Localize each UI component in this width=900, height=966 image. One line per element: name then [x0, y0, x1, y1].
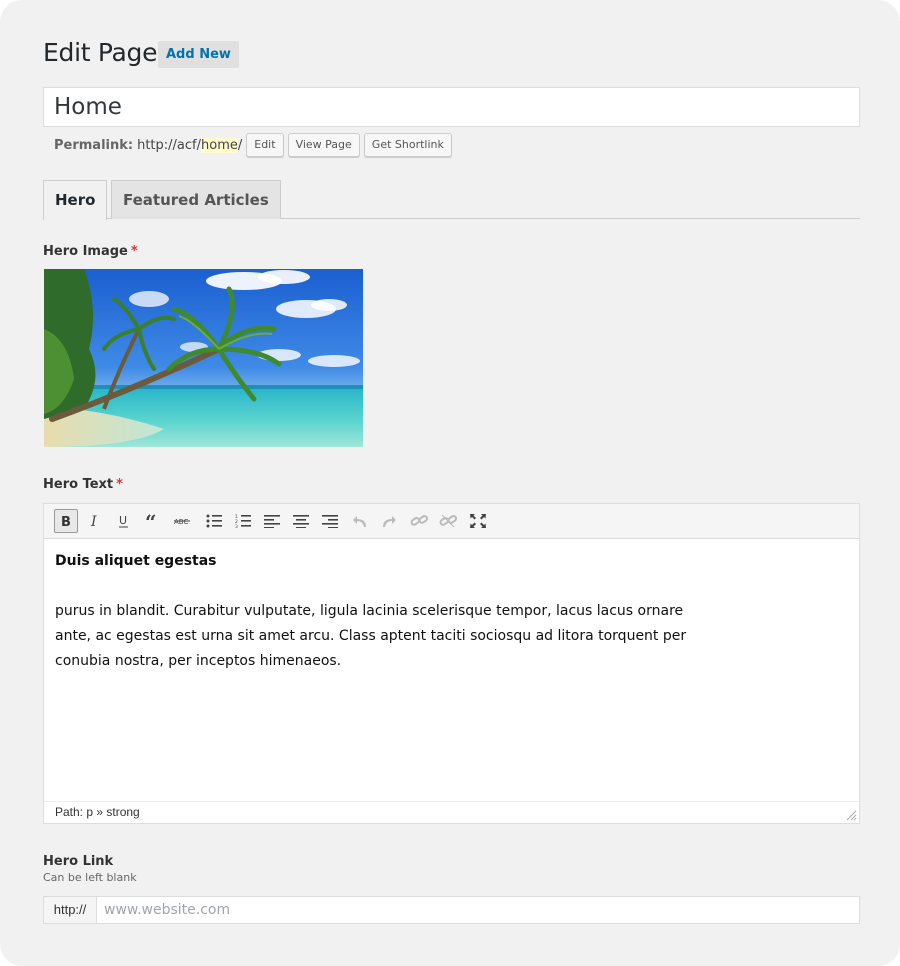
svg-text:I: I — [90, 514, 97, 528]
hero-image-label-text: Hero Image — [43, 244, 128, 259]
url-prefix: http:// — [44, 897, 97, 923]
hero-text-editor: B I U “ ABC 123 Duis aliquet egestas pur… — [43, 503, 860, 824]
add-new-button[interactable]: Add New — [158, 41, 239, 68]
numbered-list-icon[interactable]: 123 — [231, 509, 255, 533]
beach-palm-image — [44, 269, 363, 447]
page-title: Edit Page — [43, 38, 158, 67]
hero-link-description: Can be left blank — [43, 871, 137, 884]
hero-text-label: Hero Text * — [43, 477, 123, 492]
editor-content-paragraph: purus in blandit. Curabitur vulputate, l… — [55, 603, 687, 669]
editor-statusbar: Path: p » strong — [44, 801, 859, 823]
resize-handle-icon[interactable] — [846, 810, 857, 821]
hero-text-label-text: Hero Text — [43, 477, 114, 492]
required-mark: * — [116, 477, 123, 492]
editor-content[interactable]: Duis aliquet egestas purus in blandit. C… — [55, 549, 755, 674]
unlink-icon[interactable] — [436, 509, 460, 533]
bullet-list-icon[interactable] — [202, 509, 226, 533]
bold-icon[interactable]: B — [54, 509, 78, 533]
align-center-icon[interactable] — [289, 509, 313, 533]
align-left-icon[interactable] — [260, 509, 284, 533]
hero-link-field: http:// — [43, 896, 860, 924]
hero-link-input[interactable] — [97, 897, 859, 923]
fullscreen-icon[interactable] — [466, 509, 490, 533]
permalink-row: Permalink: http://acf/home / Edit View Pa… — [54, 133, 452, 157]
editor-content-heading: Duis aliquet egestas — [55, 553, 217, 569]
svg-text:“: “ — [145, 514, 157, 528]
permalink-base-url: http://acf/ — [137, 137, 201, 153]
view-page-button[interactable]: View Page — [287, 133, 360, 157]
edit-slug-button[interactable]: Edit — [246, 133, 284, 157]
hero-image-preview[interactable] — [44, 269, 363, 447]
svg-text:3: 3 — [235, 524, 238, 528]
underline-icon[interactable]: U — [112, 509, 136, 533]
link-icon[interactable] — [407, 509, 431, 533]
get-shortlink-button[interactable]: Get Shortlink — [363, 133, 452, 157]
svg-text:B: B — [61, 515, 71, 528]
blockquote-icon[interactable]: “ — [141, 509, 165, 533]
undo-icon[interactable] — [348, 509, 372, 533]
hero-link-label: Hero Link — [43, 854, 114, 869]
hero-image-label: Hero Image * — [43, 244, 138, 259]
permalink-trailing: / — [237, 137, 243, 153]
tab-featured-articles[interactable]: Featured Articles — [111, 180, 281, 219]
required-mark: * — [130, 244, 138, 259]
svg-text:U: U — [119, 514, 127, 527]
post-title-input[interactable]: Home — [43, 87, 860, 127]
strikethrough-icon[interactable]: ABC — [170, 509, 194, 533]
edit-page-screen: Edit Page Add New Home Permalink: http:/… — [0, 0, 900, 966]
svg-text:ABC: ABC — [174, 518, 188, 526]
redo-icon[interactable] — [377, 509, 401, 533]
editor-toolbar: B I U “ ABC 123 — [44, 504, 859, 539]
italic-icon[interactable]: I — [83, 509, 107, 533]
align-right-icon[interactable] — [318, 509, 342, 533]
editor-path: Path: p » strong — [55, 805, 140, 819]
permalink-label: Permalink: — [54, 137, 134, 153]
permalink-slug[interactable]: home — [201, 137, 238, 153]
tab-hero[interactable]: Hero — [43, 180, 108, 220]
